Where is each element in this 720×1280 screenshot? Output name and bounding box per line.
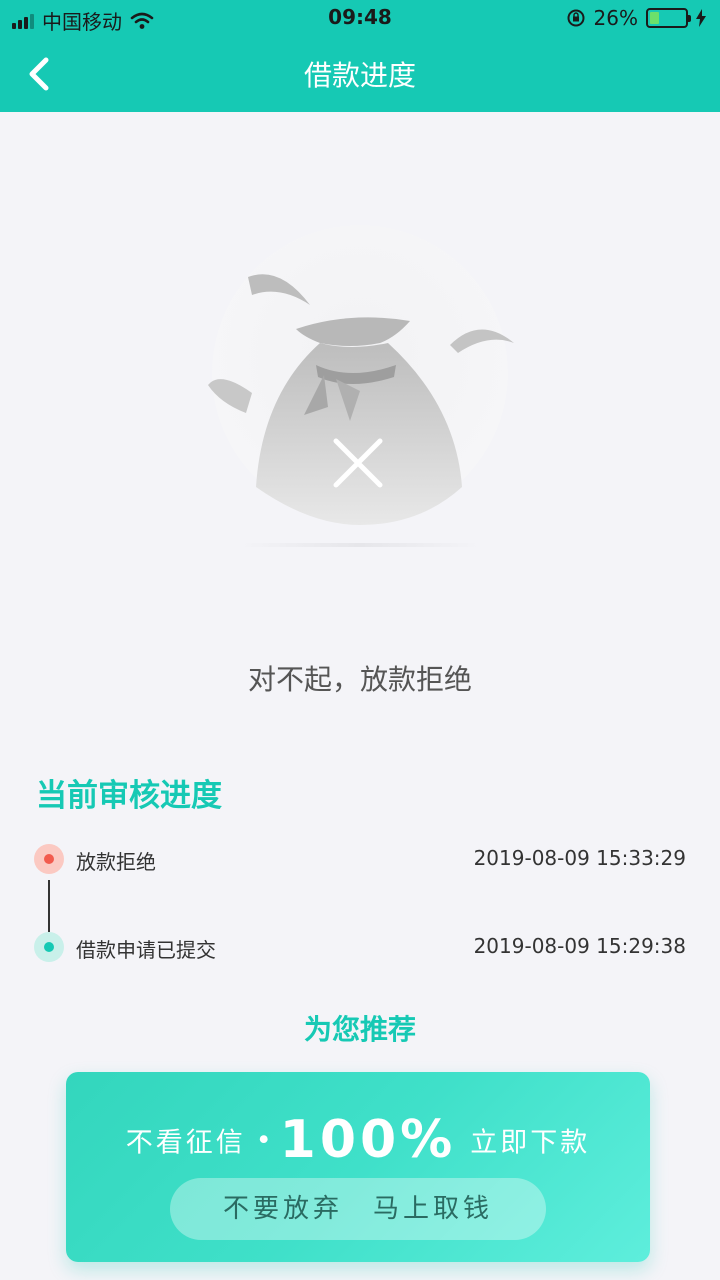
progress-title: 当前审核进度 <box>36 778 222 814</box>
charging-icon <box>696 9 706 27</box>
orientation-lock-icon <box>567 9 585 27</box>
nav-bar: 借款进度 <box>0 36 720 112</box>
status-right: 26% <box>566 6 706 30</box>
money-bag-x-icon <box>200 225 520 555</box>
battery-icon <box>646 8 691 28</box>
promo-left-text: 不看征信 <box>125 1127 246 1159</box>
status-dot-icon <box>34 932 64 962</box>
battery-percent: 26% <box>593 6 638 30</box>
timeline-item: 借款申请已提交 2019-08-09 15:29:38 <box>34 930 686 964</box>
recommend-title: 为您推荐 <box>303 1013 416 1046</box>
timeline-connector <box>48 880 50 932</box>
promo-dot: • <box>255 1124 272 1156</box>
status-dot-icon <box>34 844 64 874</box>
status-bar: 中国移动 09:48 26% <box>0 0 720 36</box>
page-title: 借款进度 <box>303 59 416 92</box>
timeline-label: 放款拒绝 <box>76 850 156 874</box>
timeline-label: 借款申请已提交 <box>76 938 216 962</box>
promo-right-text: 立即下款 <box>470 1127 591 1159</box>
timeline-item: 放款拒绝 2019-08-09 15:33:29 <box>34 842 686 876</box>
promo-big-text: 100% <box>279 1110 457 1170</box>
promo-headline: 不看征信 • 100% 立即下款 <box>66 1110 650 1170</box>
timeline-time: 2019-08-09 15:33:29 <box>473 846 686 870</box>
timeline-time: 2019-08-09 15:29:38 <box>473 934 686 958</box>
get-money-button[interactable]: 不要放弃 马上取钱 <box>170 1178 546 1240</box>
promo-banner[interactable]: 不看征信 • 100% 立即下款 不要放弃 马上取钱 <box>66 1072 650 1262</box>
result-message: 对不起，放款拒绝 <box>247 663 472 696</box>
